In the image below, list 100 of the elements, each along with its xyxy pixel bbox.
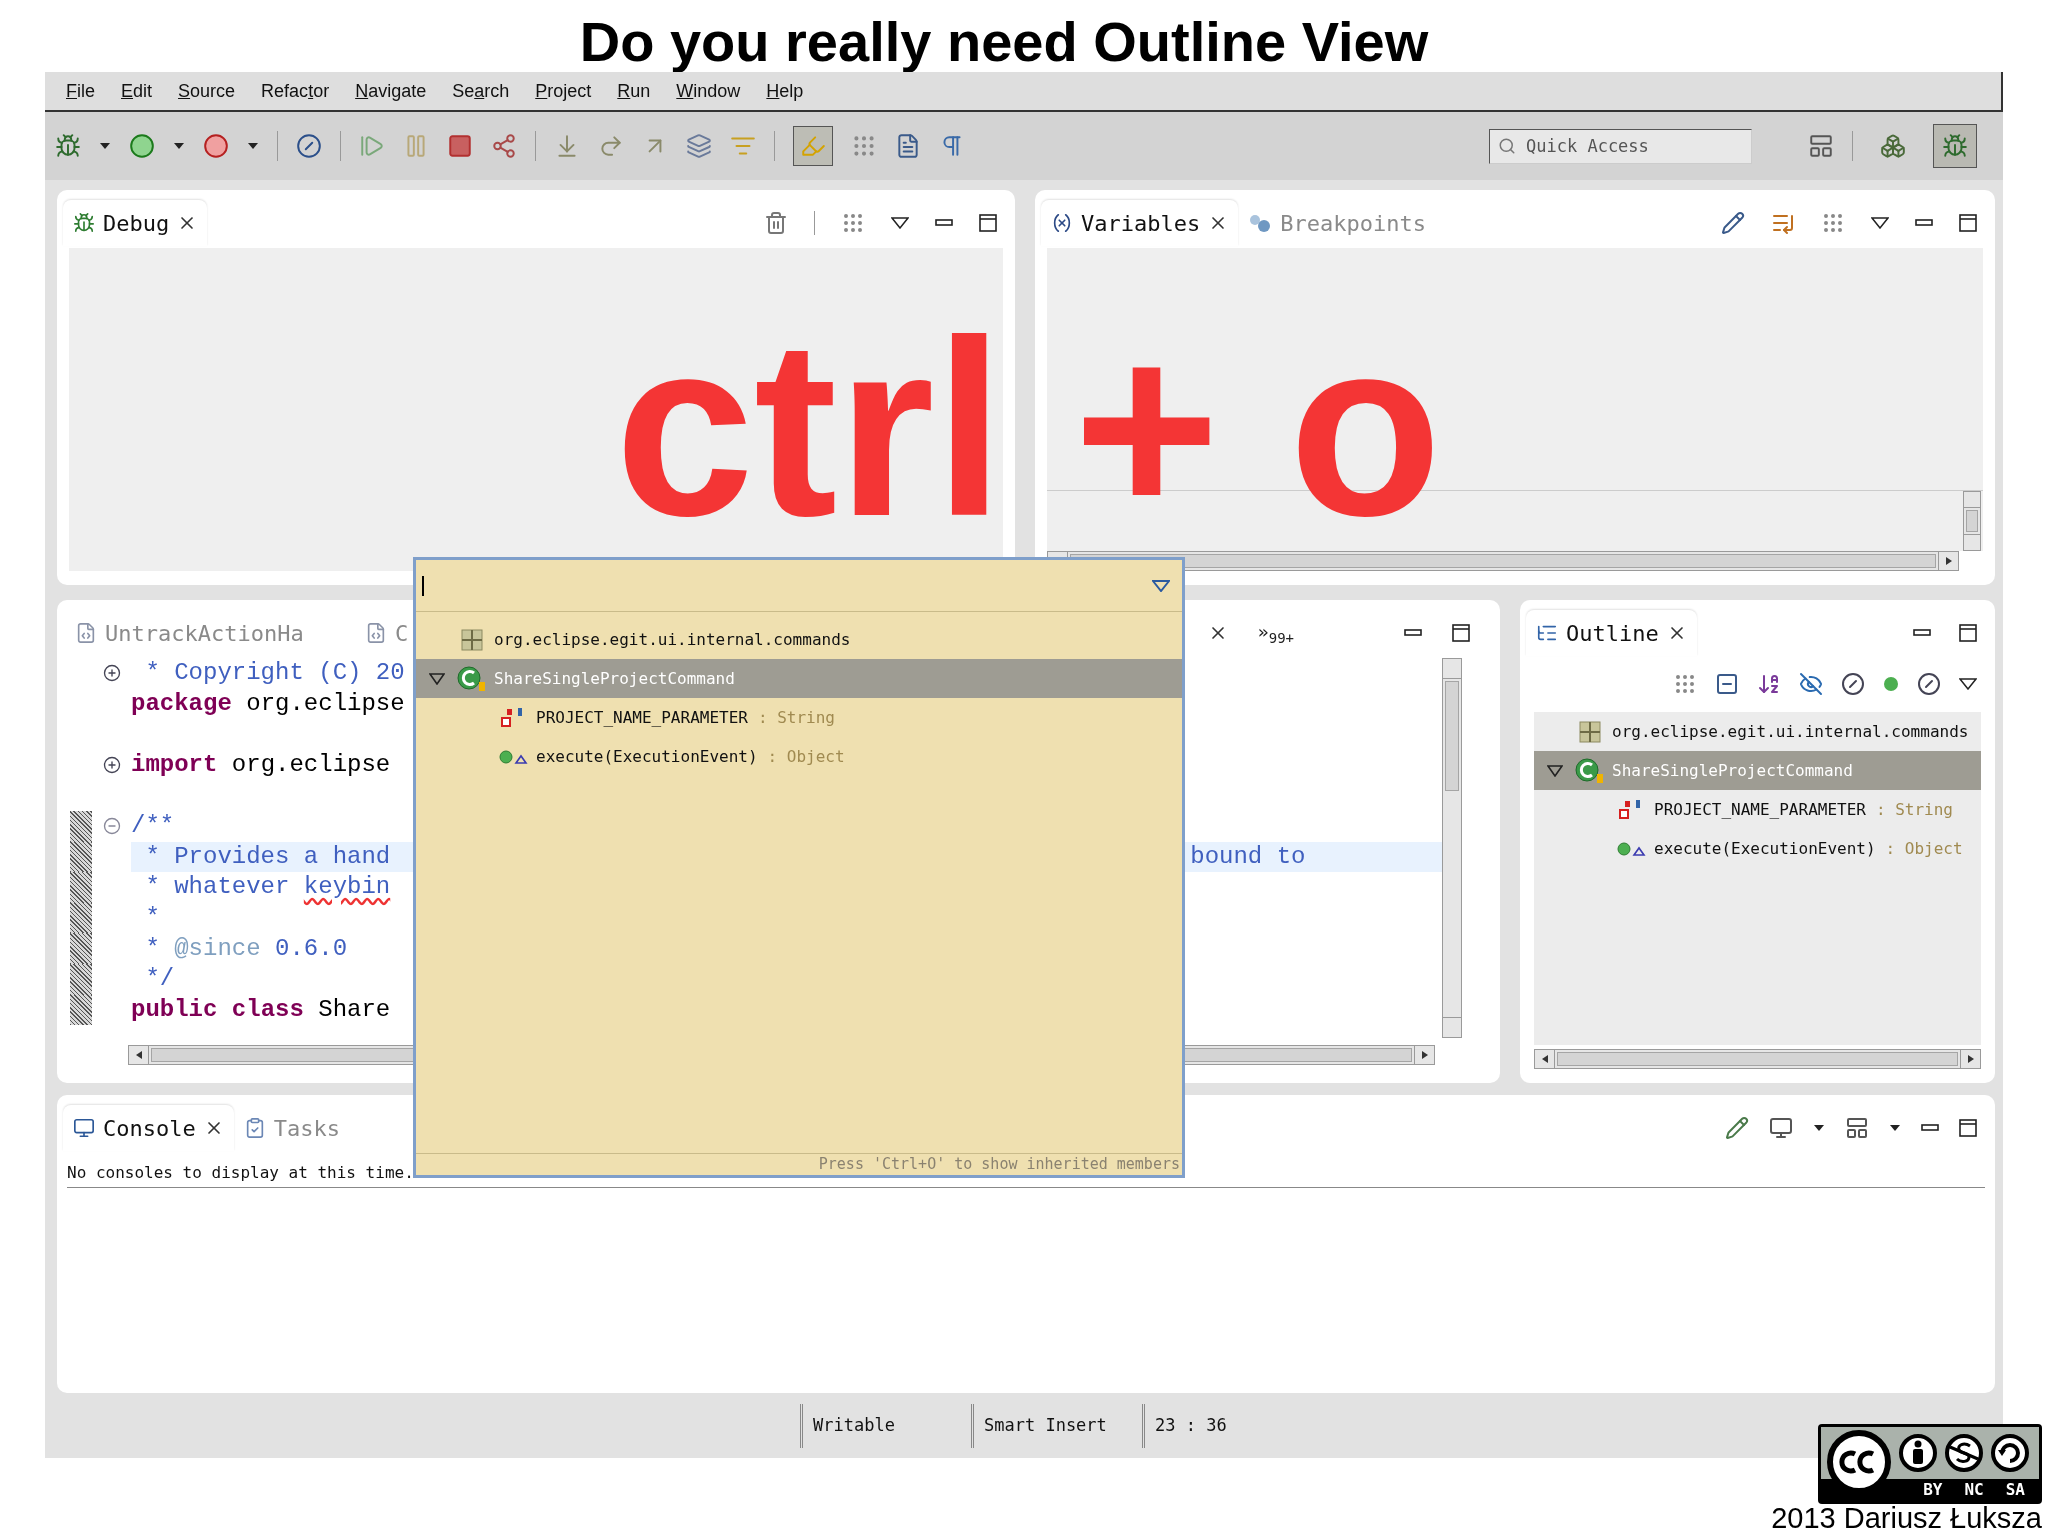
trash-icon[interactable] bbox=[764, 211, 788, 235]
code-line: * Copyright (C) 20 bbox=[144, 658, 405, 689]
pencil-icon[interactable] bbox=[1721, 211, 1745, 235]
tree-item[interactable]: org.eclipse.egit.ui.internal.commands bbox=[416, 620, 1182, 659]
stop-icon[interactable] bbox=[447, 133, 473, 159]
minimize-icon[interactable] bbox=[1915, 219, 1933, 227]
dots-icon[interactable] bbox=[851, 133, 877, 159]
dots-icon bbox=[1248, 213, 1273, 233]
view-menu-icon[interactable] bbox=[1871, 217, 1889, 229]
maximize-icon[interactable] bbox=[979, 214, 997, 232]
expand-icon[interactable] bbox=[102, 664, 121, 683]
menu-item[interactable]: Window bbox=[676, 77, 741, 105]
monitor-icon[interactable] bbox=[1769, 1116, 1793, 1140]
tab-overflow[interactable]: »$_{99+}$ bbox=[1257, 617, 1294, 649]
sort-icon[interactable] bbox=[1757, 672, 1781, 696]
tree-item[interactable]: execute(ExecutionEvent) : Object bbox=[416, 737, 1182, 776]
collapse-icon[interactable] bbox=[102, 817, 121, 836]
dot-icon[interactable] bbox=[1883, 676, 1899, 692]
code-line: * @since 0.6.0 bbox=[144, 933, 348, 964]
person-icon bbox=[1898, 1433, 1938, 1473]
maximize-icon[interactable] bbox=[1959, 214, 1977, 232]
expand-icon[interactable] bbox=[102, 756, 121, 775]
expander-icon[interactable] bbox=[429, 672, 445, 685]
boxes-icon bbox=[1880, 133, 1906, 159]
document-icon[interactable] bbox=[895, 133, 921, 159]
play-icon[interactable] bbox=[203, 133, 229, 159]
view-tab[interactable]: Console bbox=[63, 1105, 234, 1151]
monitor-icon bbox=[73, 1117, 95, 1139]
tree-item[interactable]: execute(ExecutionEvent) : Object bbox=[1534, 829, 1981, 868]
caret-icon[interactable] bbox=[99, 142, 111, 150]
caret-icon[interactable] bbox=[173, 142, 185, 150]
tree-item[interactable]: PROJECT_NAME_PARAMETER : String bbox=[1534, 790, 1981, 829]
variable-icon bbox=[1051, 212, 1073, 234]
status-field: Smart Insert bbox=[984, 1412, 1142, 1439]
tree-item[interactable]: org.eclipse.egit.ui.internal.commands bbox=[1534, 712, 1981, 751]
eye-off-icon[interactable] bbox=[1799, 672, 1823, 696]
caret-icon[interactable] bbox=[247, 142, 259, 150]
minimize-icon[interactable] bbox=[1913, 629, 1931, 637]
dots-icon[interactable] bbox=[1673, 672, 1697, 696]
code-line: /** bbox=[131, 811, 175, 842]
highlight-toggle[interactable] bbox=[793, 126, 833, 166]
menu-item[interactable]: Help bbox=[766, 77, 804, 105]
menu-item[interactable]: Edit bbox=[121, 77, 153, 105]
perspective-button[interactable] bbox=[1933, 124, 1977, 168]
license-label: SA bbox=[2005, 1479, 2025, 1501]
minimize-icon[interactable] bbox=[1404, 629, 1422, 637]
stack-icon[interactable] bbox=[686, 133, 712, 159]
menu-item[interactable]: Source bbox=[178, 77, 236, 105]
method-icon bbox=[1617, 840, 1647, 857]
dots-icon[interactable] bbox=[1821, 211, 1845, 235]
minimize-icon[interactable] bbox=[935, 219, 953, 227]
highlighter-icon bbox=[800, 133, 826, 159]
share-alike-icon bbox=[1990, 1433, 2030, 1473]
console-message: No consoles to display at this time. bbox=[67, 1163, 414, 1182]
tree-item[interactable]: PROJECT_NAME_PARAMETER : String bbox=[416, 698, 1182, 737]
license-label: NC bbox=[1964, 1479, 1984, 1501]
slashed-circle-icon[interactable] bbox=[296, 133, 322, 159]
slide-title: Do you really need Outline View bbox=[579, 14, 1429, 72]
bug-icon[interactable] bbox=[55, 133, 81, 159]
pencil-icon[interactable] bbox=[1725, 1116, 1749, 1140]
menu-item[interactable]: Refactor bbox=[261, 77, 330, 105]
code-line: import org.eclipse bbox=[131, 750, 391, 781]
menu-item[interactable]: Run bbox=[617, 77, 651, 105]
file-icon bbox=[75, 622, 97, 644]
package-icon bbox=[461, 628, 483, 651]
search-icon bbox=[1498, 136, 1516, 155]
expander-icon[interactable] bbox=[1547, 764, 1563, 777]
menu-item[interactable]: Navigate bbox=[355, 77, 427, 105]
maximize-icon[interactable] bbox=[1452, 624, 1470, 642]
scrollbar[interactable] bbox=[1963, 491, 1981, 551]
slashed-circle-icon[interactable] bbox=[1841, 672, 1865, 696]
menu-item[interactable]: Project bbox=[535, 77, 592, 105]
scrollbar[interactable] bbox=[1534, 1049, 1981, 1069]
play-icon[interactable] bbox=[129, 133, 155, 159]
window-plus-icon[interactable] bbox=[1808, 133, 1834, 159]
caret-icon[interactable] bbox=[1889, 1124, 1901, 1132]
menu-item[interactable]: Search bbox=[452, 77, 510, 105]
collapse-all-icon[interactable] bbox=[1715, 672, 1739, 696]
minimize-icon[interactable] bbox=[1921, 1124, 1939, 1132]
view-tab[interactable]: Outline bbox=[1526, 610, 1697, 656]
dots-icon[interactable] bbox=[841, 211, 865, 235]
quick-access-field[interactable]: Quick Access bbox=[1489, 128, 1752, 164]
caret-icon[interactable] bbox=[1813, 1124, 1825, 1132]
class-icon bbox=[1575, 757, 1605, 784]
view-tab[interactable]: Debug bbox=[63, 200, 208, 246]
window-plus-icon[interactable] bbox=[1845, 1116, 1869, 1140]
bug-icon bbox=[1942, 133, 1968, 159]
credit-text: 2013 Dariusz Łuksza bbox=[1771, 1504, 2042, 1535]
view-menu-icon[interactable] bbox=[891, 217, 909, 229]
maximize-icon[interactable] bbox=[1959, 624, 1977, 642]
status-field: 23 : 36 bbox=[1155, 1412, 1227, 1439]
nodes-icon[interactable] bbox=[491, 133, 517, 159]
scrollbar[interactable] bbox=[1442, 658, 1462, 1038]
slashed-circle-icon[interactable] bbox=[1917, 672, 1941, 696]
menu-item[interactable]: File bbox=[66, 77, 95, 105]
maximize-icon[interactable] bbox=[1959, 1119, 1977, 1137]
code-line: * Provides a hand bbox=[144, 841, 391, 872]
view-menu-icon[interactable] bbox=[1959, 678, 1977, 690]
view-tab[interactable]: Variables bbox=[1041, 200, 1239, 246]
hint-text: Press 'Ctrl+O' to show inherited members bbox=[818, 1154, 1180, 1176]
